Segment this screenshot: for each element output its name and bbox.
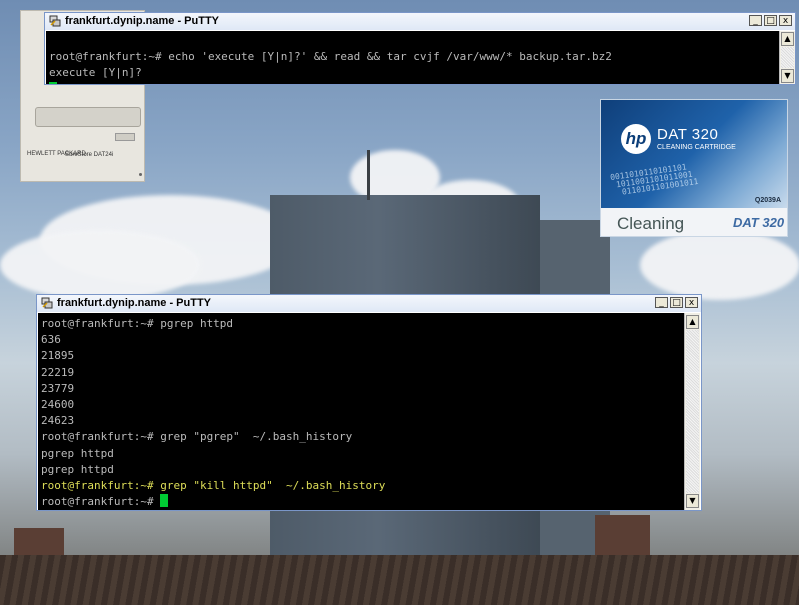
terminal-line-text: 636	[41, 333, 61, 347]
scroll-down-button[interactable]: ▼	[781, 69, 794, 83]
antenna	[367, 150, 370, 200]
binary-pattern: 0011010110101101 1011001101011001 011010…	[609, 162, 699, 198]
tape-drive-model: SureStore DAT24i	[65, 152, 114, 158]
text-cursor	[49, 81, 57, 84]
tape-slot	[35, 107, 141, 127]
terminal-line: root@frankfurt:~# grep "pgrep" ~/.bash_h…	[41, 429, 684, 445]
terminal-line-text: 24623	[41, 414, 75, 428]
maximize-button[interactable]: □	[670, 297, 683, 308]
dat-cartridge-photo: hp DAT 320 CLEANING CARTRIDGE 0011010110…	[600, 99, 788, 237]
terminal-line: root@frankfurt:~# grep "kill httpd" ~/.b…	[41, 478, 684, 494]
putty-window-top[interactable]: frankfurt.dynip.name - PuTTY _ □ x root@…	[44, 12, 796, 85]
cloud	[640, 230, 799, 300]
led-indicator	[139, 173, 142, 176]
cartridge-badge: DAT 320	[733, 215, 785, 230]
cartridge-code: Q2039A	[754, 197, 781, 204]
terminal-line: 24623	[41, 413, 684, 429]
vertical-scrollbar[interactable]: ▲ ▼	[684, 313, 700, 510]
title-bar[interactable]: frankfurt.dynip.name - PuTTY _ □ x	[37, 295, 701, 312]
minimize-button[interactable]: _	[749, 15, 762, 26]
maximize-button[interactable]: □	[764, 15, 777, 26]
scroll-up-button[interactable]: ▲	[781, 32, 794, 46]
close-button[interactable]: x	[779, 15, 792, 26]
putty-icon[interactable]	[41, 297, 53, 309]
terminal-line-text: root@frankfurt:~# pgrep httpd	[41, 317, 234, 330]
putty-window-main[interactable]: frankfurt.dynip.name - PuTTY _ □ x root@…	[36, 294, 702, 511]
terminal-line-text: 24600	[41, 398, 75, 412]
terminal-line-text: 23779	[41, 381, 75, 395]
terminal-line: root@frankfurt:~#	[41, 494, 684, 510]
close-button[interactable]: x	[685, 297, 698, 308]
terminal-line: 21895	[41, 348, 684, 364]
terminal-output[interactable]: root@frankfurt:~# pgrep httpd 636 21895 222…	[38, 313, 684, 510]
terminal-line-text: root@frankfurt:~# grep "pgrep" ~/.bash_h…	[41, 430, 353, 444]
window-title: frankfurt.dynip.name - PuTTY	[65, 15, 220, 27]
terminal-line: execute [Y|n]?	[49, 66, 142, 80]
cartridge-title: DAT 320	[657, 126, 719, 143]
terminal-line-text: 22219	[41, 365, 75, 379]
scroll-track[interactable]	[686, 330, 699, 493]
window-title: frankfurt.dynip.name - PuTTY	[57, 297, 212, 309]
cartridge-subtitle: CLEANING CARTRIDGE	[657, 144, 736, 151]
terminal-output[interactable]: root@frankfurt:~# echo 'execute [Y|n]?' …	[46, 31, 779, 84]
terminal-line-text: root@frankfurt:~#	[41, 495, 161, 509]
terminal-line: pgrep httpd	[41, 462, 684, 478]
terminal-line: 23779	[41, 381, 684, 397]
terminal-line: pgrep httpd	[41, 446, 684, 462]
scroll-track[interactable]	[781, 47, 794, 68]
terminal-line: root@frankfurt:~# echo 'execute [Y|n]?' …	[49, 50, 612, 64]
cartridge-label: Cleaning	[617, 214, 685, 233]
vertical-scrollbar[interactable]: ▲ ▼	[779, 31, 795, 84]
terminal-prompt-line	[49, 81, 779, 84]
minimize-button[interactable]: _	[655, 297, 668, 308]
scroll-up-button[interactable]: ▲	[686, 315, 699, 329]
terminal-line: 636	[41, 332, 684, 348]
title-bar[interactable]: frankfurt.dynip.name - PuTTY _ □ x	[45, 13, 795, 30]
putty-icon[interactable]	[49, 15, 61, 27]
hp-logo-icon: hp	[621, 124, 651, 154]
cloud	[0, 230, 200, 300]
terminal-line-text: pgrep httpd	[41, 446, 114, 460]
text-cursor	[160, 494, 169, 508]
eject-button-graphic	[115, 133, 135, 141]
terminal-line-text: root@frankfurt:~# grep "kill httpd" ~/.b…	[41, 479, 386, 493]
terminal-line-text: 21895	[41, 349, 75, 363]
scroll-down-button[interactable]: ▼	[686, 494, 699, 508]
terminal-line: 22219	[41, 365, 684, 381]
terminal-line: 24600	[41, 397, 684, 413]
terminal-line: root@frankfurt:~# pgrep httpd	[41, 316, 684, 332]
terminal-line-text: pgrep httpd	[41, 462, 114, 476]
rooftop	[0, 555, 799, 605]
